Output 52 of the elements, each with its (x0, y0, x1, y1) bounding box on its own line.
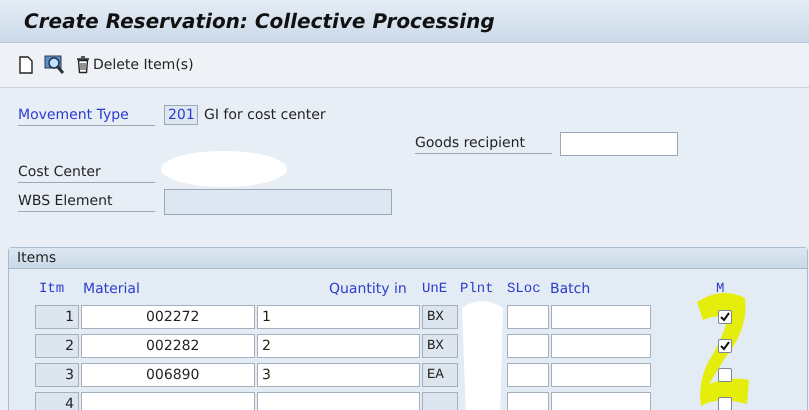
column-header: SLoc (507, 281, 541, 297)
table-cell[interactable] (507, 392, 549, 410)
column-header: Quantity in (329, 281, 407, 297)
table-cell[interactable]: BX (422, 334, 458, 358)
field-label: Goods recipient (415, 135, 552, 154)
field-label: WBS Element (18, 193, 155, 212)
checkmark-icon (719, 340, 731, 352)
column-header: Material (83, 281, 140, 297)
movement-type-field[interactable]: 201 (164, 105, 198, 125)
table-cell[interactable]: BX (422, 305, 458, 329)
table-cell: 3 (35, 363, 79, 387)
table-cell[interactable]: 002272 (81, 305, 255, 329)
table-cell[interactable] (551, 305, 651, 329)
table-cell[interactable]: 002282 (81, 334, 255, 358)
table-cell[interactable] (257, 392, 420, 410)
table-cell[interactable]: 1 (257, 305, 420, 329)
checkbox[interactable] (718, 397, 732, 410)
table-cell[interactable] (507, 334, 549, 358)
window-title: Create Reservation: Collective Processing (24, 9, 495, 33)
table-cell[interactable]: 006890 (81, 363, 255, 387)
field-label: Cost Center (18, 164, 155, 183)
goods-recipient-field[interactable] (560, 132, 678, 156)
table-cell[interactable] (507, 363, 549, 387)
column-header: Itm (39, 281, 64, 297)
column-header: UnE (422, 281, 448, 297)
column-header: Batch (550, 281, 590, 297)
checkbox[interactable] (718, 339, 732, 353)
panel-title: Items (9, 248, 807, 269)
movement-type-description: GI for cost center (204, 107, 326, 123)
table-cell[interactable] (551, 363, 651, 387)
field-label: Movement Type (18, 107, 155, 126)
table-cell: 4 (35, 392, 79, 410)
table-cell[interactable]: EA (422, 363, 458, 387)
column-header: M (716, 281, 724, 297)
checkbox[interactable] (718, 310, 732, 324)
new-document-button[interactable] (18, 56, 34, 74)
table-cell: 2 (35, 334, 79, 358)
table-cell[interactable]: 2 (257, 334, 420, 358)
table-cell[interactable] (81, 392, 255, 410)
trash-icon (76, 56, 90, 74)
checkbox[interactable] (718, 368, 732, 382)
checkmark-icon (719, 311, 731, 323)
table-cell[interactable] (507, 305, 549, 329)
search-button[interactable] (44, 55, 66, 75)
table-cell[interactable] (551, 334, 651, 358)
column-header: Plnt (460, 281, 494, 297)
table-cell[interactable] (422, 392, 458, 410)
table-cell[interactable]: 3 (257, 363, 420, 387)
table-cell[interactable] (551, 392, 651, 410)
wbs-element-field[interactable] (164, 189, 392, 215)
table-cell: 1 (35, 305, 79, 329)
delete-items-button[interactable]: Delete Item(s) (76, 56, 194, 74)
